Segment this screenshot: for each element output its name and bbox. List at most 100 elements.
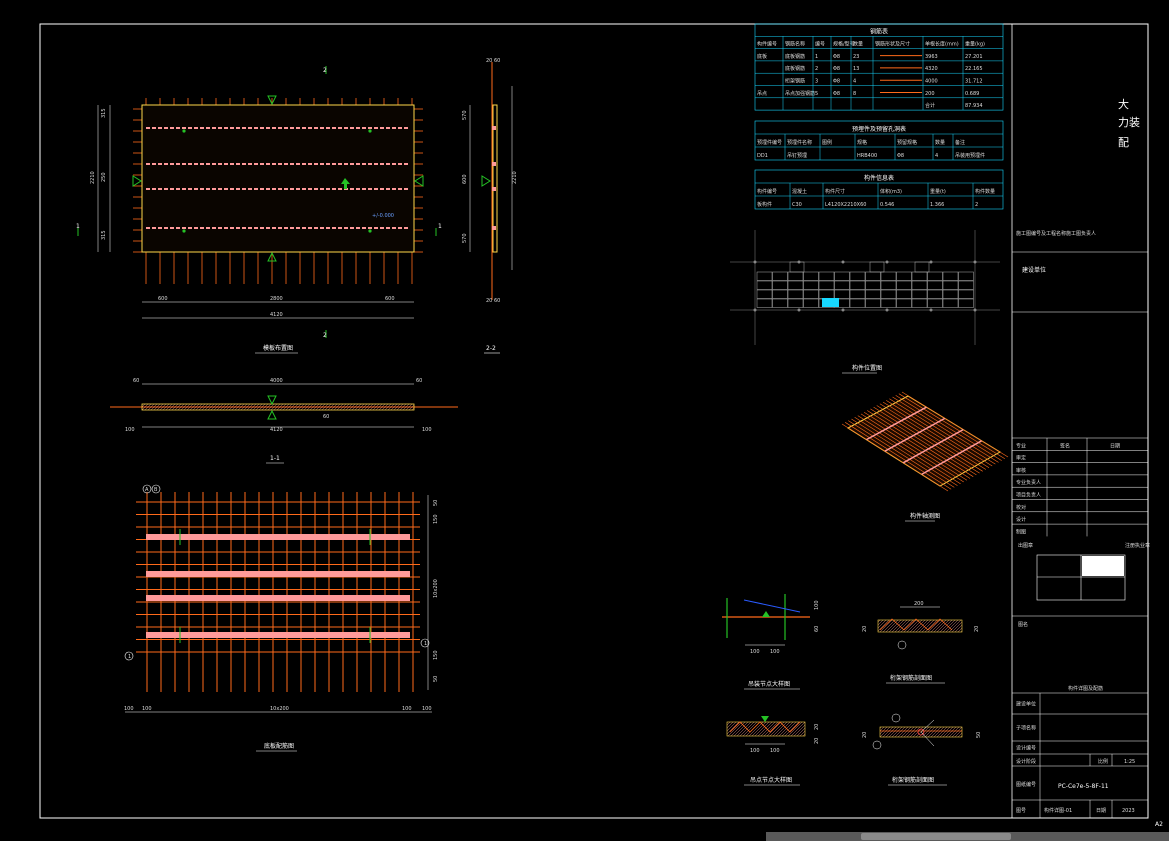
title-block-rows: 建设单位子项名称设计编号设计阶段 比例 1:25 图纸编号 PC-Ce7e-5-8F-1… [1012,693,1148,818]
seal-label: 出图章 [1018,542,1033,549]
location-cell [958,289,974,299]
detail-hoisting: 100 100 100 60 吊装节点大样图 [722,594,820,690]
signature-table: 专业 签名 日期审定审核专业负责人项目负责人校对设计制图 [1012,438,1148,537]
date-label: 日期 [1096,808,1106,814]
rebar-table-header: 数量 [853,41,863,48]
plan-dim-bottom-2: 2800 [270,296,283,302]
plan-title: 模板布置图 [263,344,293,352]
plan-dim-bottom-1: 600 [158,296,168,302]
member-table-header: 构件编号 [757,188,777,195]
marker-2-bottom: 2 [323,332,327,339]
embed-table-header: 备注 [955,139,965,146]
rebar-table-cell: 4 [853,79,856,85]
marker-2-top: 2 [323,67,327,74]
sec11-end-1: 60 [133,378,139,384]
d2-dim-1: 200 [914,601,924,607]
location-cell [865,298,881,308]
location-cell [818,271,835,281]
plan-dim-bottom-3: 600 [385,296,395,302]
location-cell [787,280,804,290]
location-cell [880,280,897,290]
rb-dim-bottom-end-2: 100 [422,706,432,712]
rebar-table-cell: 1 [815,54,818,60]
plan-dim-bottom-total: 4120 [270,312,283,318]
sheet-label: 图号 [1016,808,1026,814]
cad-drawing: 2 2 1 1 +/-0.000 315 250 315 2210 600 28… [39,23,1150,819]
section11-marker-top [267,395,277,406]
sheet-size-label: A2 [1155,821,1163,828]
member-table-cell: L4120X2210X60 [825,202,866,208]
member-table-cell: 2 [975,202,978,208]
drawing-no-label: 图纸编号 [1016,781,1036,788]
d3-dim-1: 100 [750,748,760,754]
rb-dim-right-4: 150 [433,650,439,660]
embed-table-header: 规格 [857,139,867,146]
location-cell [958,271,974,281]
sign-role: 设计 [1016,516,1026,523]
rebar-table-cell: Φ8 [833,79,840,85]
member-table-cell: 0.546 [880,202,894,208]
marker-1-right: 1 [438,223,442,230]
location-cells [753,260,977,312]
d1-dim-1: 100 [750,649,760,655]
scrollbar-thumb[interactable] [861,833,1011,840]
section22-truss-dot [492,126,496,130]
location-cell [911,271,928,281]
sec11-mid: 60 [323,414,329,420]
tables: 钢筋表构件编号底板吊点钢筋名称底板钢筋底板钢筋桁架钢筋吊点加强钢筋编号1235规… [754,23,1004,210]
detail1-marker [762,611,770,617]
location-cell [849,280,866,290]
location-cell [787,289,804,299]
section11-marker-bottom [267,409,277,420]
location-cell [787,271,804,281]
location-cell [803,271,819,281]
rebar-table-cell: 3 [815,79,818,85]
rebar-table-header: 钢筋名称 [785,41,805,48]
location-cell [849,271,866,281]
grid-node [841,260,845,264]
grid-node [929,260,933,264]
location-cell [803,298,819,308]
sec22-dim-3: 570 [462,233,468,243]
rb-dim-right-5: 50 [433,676,439,682]
rebar-table-title: 钢筋表 [870,27,888,35]
iso-view: 构件轴测图 [841,391,1009,522]
location-cell [896,280,912,290]
location-cell [849,289,866,299]
sec22-bottom-1: 20 [486,298,492,304]
sign-role: 审定 [1016,455,1026,462]
location-cell [834,280,850,290]
formwork-plan: 2 2 1 1 +/-0.000 315 250 315 2210 600 28… [76,66,442,354]
horizontal-scrollbar[interactable] [766,832,1169,841]
rebar-table-cell: Φ8 [833,66,840,72]
member-table-header: 重量(t) [930,188,946,195]
sign-role: 专业负责人 [1016,479,1041,486]
tb-row-label: 设计编号 [1016,745,1036,752]
sec11-end-3: 100 [422,427,432,433]
d2-dim-3: 20 [974,626,980,632]
rb-dim-bottom-1: 100 [142,706,152,712]
plan-dim-left-2: 250 [101,172,107,182]
d3-dim-3: 20 [814,724,820,730]
detail2-slab [877,619,963,633]
location-cell [958,298,974,308]
location-cell [756,280,773,290]
rebar-table-cell: 吊点 [757,91,767,97]
location-cell [942,271,959,281]
rebar-table-cell: 8 [853,91,856,97]
sign-role: 项目负责人 [1016,492,1041,499]
location-cell [865,271,881,281]
embed-table-cell: DD1 [757,153,768,159]
location-plan: 构件位置图 [730,230,1000,374]
member-table-title: 构件信息表 [864,174,894,182]
detail4-callout-1 [891,713,901,723]
rebar-table-cell: 吊点加强钢筋 [785,90,815,97]
detail-truss-section: 200 20 20 桁架钢筋剖面图 [862,601,980,684]
drawing-no: PC-Ce7e-5-8F-11 [1058,783,1109,790]
seal-note: 注册执业章 [1125,542,1150,549]
rebar-table-cell: 底板 [757,53,767,60]
rebar-table-cell: 桁架钢筋 [785,78,805,85]
rebar-table-header: 规格/型号 [833,41,855,48]
rb-dim-right-2: 150 [433,514,439,524]
iso-title: 构件轴测图 [910,512,940,520]
